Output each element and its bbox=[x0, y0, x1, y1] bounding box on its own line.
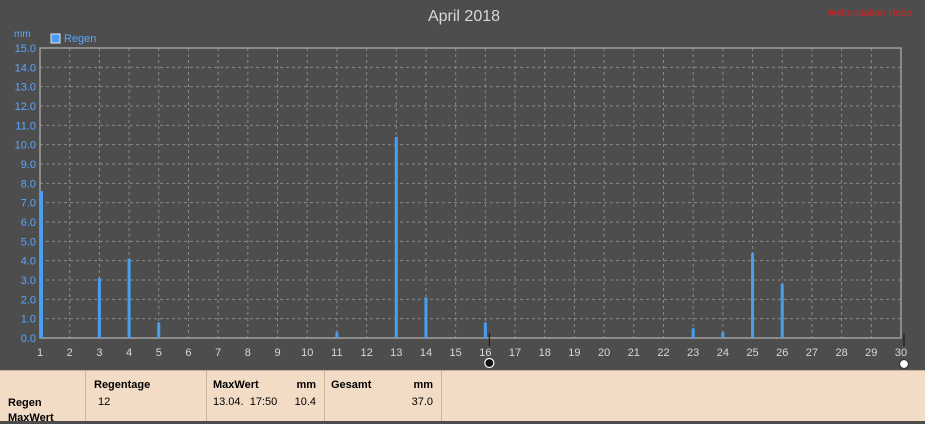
chart-area: April 2018 Wetterstation Hebe mm Regen 0… bbox=[0, 0, 925, 370]
y-tick-label: 0.0 bbox=[21, 333, 36, 345]
rain-bar bbox=[127, 258, 131, 338]
rain-bar bbox=[780, 283, 784, 338]
legend-swatch bbox=[50, 33, 61, 44]
x-tick-label: 9 bbox=[274, 347, 280, 359]
summary-panel: Regen MaxWert Regentage 12 MaxWert mm 13… bbox=[0, 370, 925, 424]
grid bbox=[39, 47, 902, 339]
x-tick-label: 6 bbox=[185, 347, 191, 359]
y-tick-label: 8.0 bbox=[21, 178, 36, 190]
chart-title: April 2018 bbox=[428, 8, 500, 25]
x-tick-label: 23 bbox=[687, 347, 699, 359]
y-tick-label: 11.0 bbox=[15, 120, 36, 132]
x-tick-label: 28 bbox=[835, 347, 847, 359]
gesamt-header: Gesamt bbox=[331, 379, 372, 391]
y-tick-labels: 0.0 1.0 2.0 3.0 4.0 5.0 6.0 7.0 8.0 9.0 10.0 11.0 12… bbox=[15, 43, 36, 345]
rain-bar bbox=[157, 322, 161, 338]
legend-label: Regen bbox=[64, 33, 96, 45]
rain-bar bbox=[97, 278, 101, 338]
x-tick-labels: 1 2 3 4 5 6 7 8 9 10 11 12 13 14 15 16 17 18 19 20 21 22 23 24 2… bbox=[37, 347, 907, 359]
maxwert-header: MaxWert bbox=[213, 379, 259, 391]
y-tick-label: 6.0 bbox=[21, 217, 36, 229]
end-marker-icon bbox=[898, 358, 910, 370]
x-tick-label: 17 bbox=[509, 347, 521, 359]
gesamt-value: 37.0 bbox=[411, 396, 433, 408]
x-tick-label: 15 bbox=[450, 347, 462, 359]
y-tick-label: 5.0 bbox=[21, 236, 36, 248]
y-tick-label: 2.0 bbox=[21, 294, 36, 306]
rain-bar bbox=[691, 328, 695, 338]
maxwert-cell: MaxWert mm 13.04. 17:50 10.4 bbox=[207, 371, 325, 421]
y-tick-label: 9.0 bbox=[21, 159, 36, 171]
maxwert-datetime: 13.04. 17:50 bbox=[213, 396, 278, 408]
row-label-maxwert: MaxWert bbox=[8, 412, 54, 424]
x-tick-label: 1 bbox=[37, 347, 43, 359]
maxwert-value: 10.4 bbox=[294, 396, 316, 408]
x-tick-label: 3 bbox=[96, 347, 102, 359]
regentage-cell: Regentage 12 bbox=[86, 371, 207, 421]
rain-bar bbox=[424, 297, 428, 338]
x-tick-label: 16 bbox=[479, 347, 491, 359]
x-tick-label: 18 bbox=[539, 347, 551, 359]
rain-bar bbox=[721, 332, 725, 338]
x-tick-label: 14 bbox=[420, 347, 432, 359]
regentage-header: Regentage bbox=[94, 379, 151, 391]
x-tick-label: 25 bbox=[746, 347, 758, 359]
x-tick-label: 12 bbox=[360, 347, 372, 359]
y-tick-label: 7.0 bbox=[21, 198, 36, 210]
y-tick-label: 4.0 bbox=[21, 256, 36, 268]
x-tick-label: 2 bbox=[67, 347, 73, 359]
rain-bar bbox=[394, 136, 398, 338]
x-tick-label: 4 bbox=[126, 347, 132, 359]
x-tick-label: 10 bbox=[301, 347, 313, 359]
gesamt-cell: Gesamt mm 37.0 bbox=[325, 371, 442, 421]
rain-bar bbox=[483, 322, 487, 338]
x-tick-label: 19 bbox=[568, 347, 580, 359]
x-tick-label: 21 bbox=[628, 347, 640, 359]
plot-frame bbox=[39, 47, 902, 339]
rain-bar bbox=[751, 252, 755, 338]
bars bbox=[40, 136, 784, 338]
x-tick-label: 24 bbox=[717, 347, 729, 359]
maxwert-unit: mm bbox=[296, 379, 316, 391]
y-tick-label: 10.0 bbox=[15, 140, 36, 152]
x-tick-label: 30 bbox=[895, 347, 907, 359]
y-axis-unit: mm bbox=[14, 29, 31, 40]
regentage-value: 12 bbox=[98, 396, 111, 408]
x-tick-label: 20 bbox=[598, 347, 610, 359]
watermark-text: Wetterstation Hebe bbox=[827, 8, 913, 19]
x-tick-label: 22 bbox=[657, 347, 669, 359]
x-tick-label: 5 bbox=[156, 347, 162, 359]
gesamt-unit: mm bbox=[413, 379, 433, 391]
x-tick-label: 29 bbox=[865, 347, 877, 359]
rain-bar bbox=[40, 191, 43, 338]
row-label-regen: Regen bbox=[8, 397, 42, 409]
y-tick-label: 15.0 bbox=[15, 43, 36, 55]
x-tick-label: 7 bbox=[215, 347, 221, 359]
rain-chart: April 2018 Wetterstation Hebe mm Regen 0… bbox=[14, 8, 913, 370]
summary-label-cell: Regen MaxWert bbox=[0, 371, 86, 424]
rain-bar bbox=[335, 332, 339, 338]
y-tick-label: 3.0 bbox=[21, 275, 36, 287]
y-tick-label: 12.0 bbox=[15, 101, 36, 113]
y-tick-label: 1.0 bbox=[21, 314, 36, 326]
y-tick-label: 14.0 bbox=[15, 62, 36, 74]
day-marker-icon bbox=[484, 357, 495, 369]
x-tick-label: 11 bbox=[331, 347, 342, 359]
y-tick-label: 13.0 bbox=[15, 82, 36, 94]
x-tick-label: 8 bbox=[245, 347, 251, 359]
x-tick-label: 26 bbox=[776, 347, 788, 359]
x-tick-label: 27 bbox=[806, 347, 818, 359]
x-tick-label: 13 bbox=[390, 347, 402, 359]
